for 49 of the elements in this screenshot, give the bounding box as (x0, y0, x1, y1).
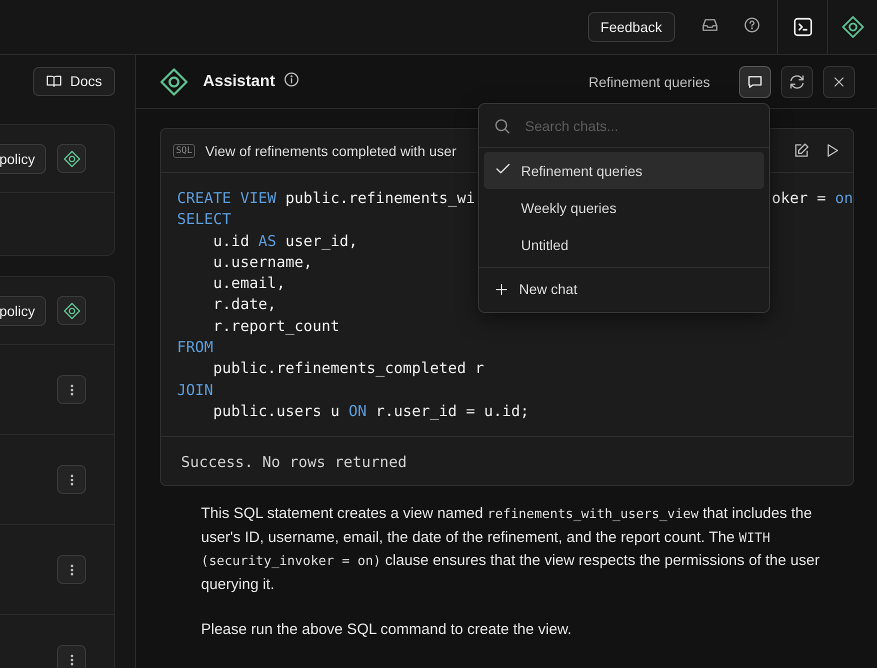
code-block-title: View of refinements completed with user (205, 142, 456, 158)
sql-badge: SQL (173, 144, 196, 158)
code-line: JOIN (177, 380, 214, 401)
diamond-icon (62, 150, 80, 168)
code-line: u.id AS user_id, (212, 230, 358, 252)
code-line: public.refinements_completed r (212, 358, 484, 380)
policy-button[interactable]: policy (0, 144, 46, 174)
code-line: r.report_count (212, 316, 340, 337)
assistant-button[interactable] (57, 144, 86, 173)
assistant-button[interactable] (57, 296, 86, 325)
new-chat-item[interactable]: New chat (479, 268, 769, 310)
chat-name: Refinement queries (588, 74, 710, 90)
code-line: oker = on (772, 188, 853, 209)
close-button[interactable] (823, 66, 855, 98)
plus-icon (494, 282, 509, 296)
code-line: u.username, (212, 252, 312, 273)
code-line: CREATE VIEW public.refinements_wi (177, 188, 476, 209)
more-button[interactable] (57, 645, 86, 668)
code-line: SELECT (177, 209, 232, 230)
help-icon (743, 16, 761, 34)
docs-button[interactable]: Docs (33, 67, 115, 96)
code-line: FROM (177, 337, 214, 358)
code-line: public.users u ON r.user_id = u.id; (212, 400, 530, 422)
more-button[interactable] (57, 555, 86, 584)
code-line: r.date, (212, 294, 276, 316)
book-icon (46, 73, 62, 89)
chat-item[interactable]: Weekly queries (484, 189, 764, 226)
refresh-icon (788, 72, 806, 90)
query-result: Success. No rows returned (180, 452, 408, 474)
feedback-button[interactable]: Feedback (588, 12, 675, 42)
assistant-title: Assistant (203, 72, 276, 90)
answer-paragraph: Please run the above SQL command to create the view. (201, 620, 572, 640)
diamond-logo-icon (840, 15, 864, 39)
chat-item[interactable]: Untitled (484, 226, 764, 263)
more-button[interactable] (57, 465, 86, 494)
diamond-icon (62, 302, 80, 320)
code-line: u.email, (212, 273, 286, 294)
info-icon (283, 70, 300, 88)
refresh-button[interactable] (781, 66, 813, 98)
terminal-icon (792, 16, 814, 38)
chat-item[interactable]: Refinement queries (484, 152, 764, 189)
search-icon (493, 116, 511, 134)
search-field[interactable]: Search chats... (523, 116, 747, 134)
diamond-logo-icon (159, 66, 189, 96)
more-button[interactable] (57, 375, 86, 404)
policy-button[interactable]: policy (0, 296, 46, 326)
answer-paragraph: This SQL statement creates a view named refinements_with_users_view that includes the user's ID, username, email, the date of the refinement, and the report count. The WITH (security_invoker = on) clause ensures that the view respects the permissions of the user querying it. (201, 504, 821, 595)
chats-button[interactable] (739, 66, 771, 98)
edit-icon (793, 142, 810, 159)
